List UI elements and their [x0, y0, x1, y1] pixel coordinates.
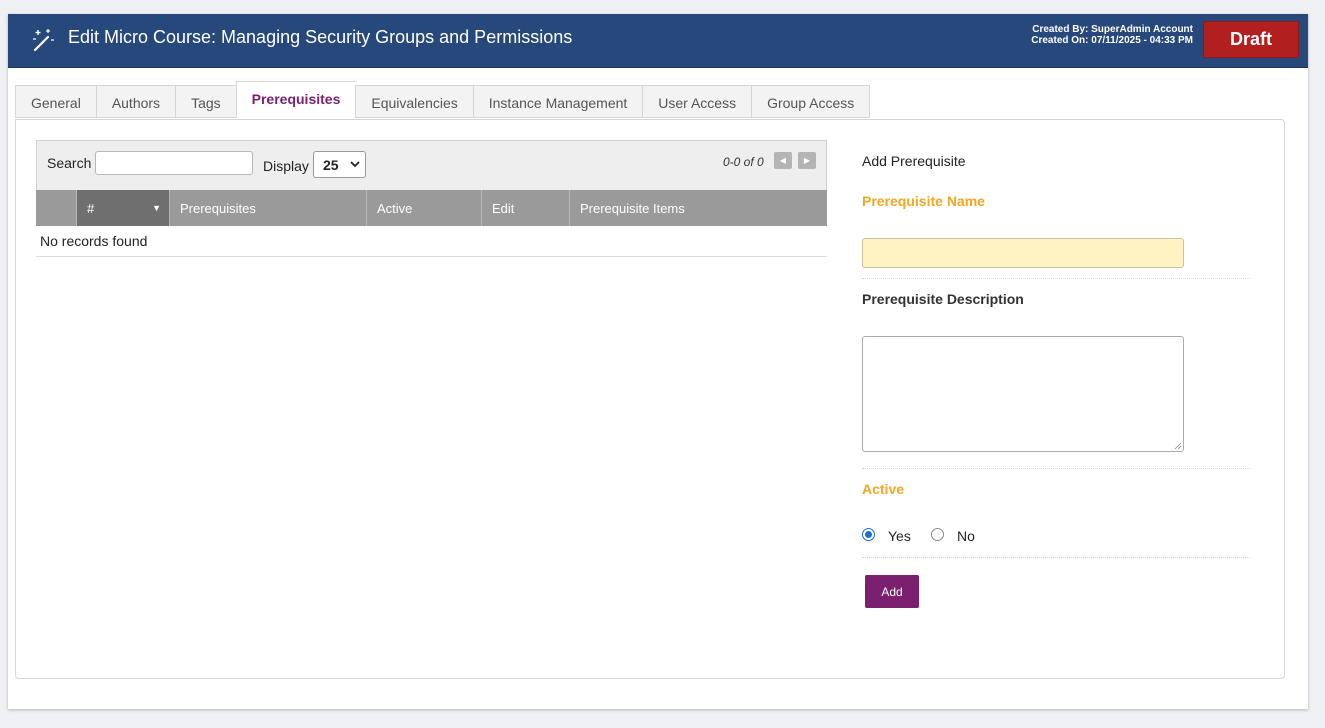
column-select	[36, 190, 77, 226]
created-on: Created On: 07/11/2025 - 04:33 PM	[1031, 35, 1193, 46]
column-prerequisite-items[interactable]: Prerequisite Items	[570, 190, 827, 226]
prev-page-button[interactable]: ◀	[774, 152, 792, 169]
creation-meta: Created By: SuperAdmin Account Created O…	[1031, 24, 1193, 46]
page-title: Edit Micro Course: Managing Security Gro…	[68, 27, 573, 47]
next-page-button[interactable]: ▶	[798, 152, 816, 169]
active-no-radio[interactable]	[931, 528, 944, 541]
divider	[862, 278, 1250, 279]
page-size-value: 25	[323, 156, 339, 173]
resize-grip-icon[interactable]	[1174, 442, 1182, 450]
column-prerequisites[interactable]: Prerequisites	[170, 190, 367, 226]
search-label: Search	[47, 155, 92, 171]
page-size-select[interactable]: 25	[313, 151, 366, 178]
tab-prerequisites[interactable]: Prerequisites	[235, 81, 356, 118]
magic-wand-icon	[33, 29, 54, 52]
add-prerequisite-button[interactable]: Add	[865, 575, 919, 608]
search-input[interactable]	[95, 151, 253, 175]
divider	[862, 468, 1250, 469]
chevron-down-icon	[350, 161, 360, 168]
empty-table-message: No records found	[36, 226, 827, 257]
sort-desc-icon: ▼	[152, 203, 161, 213]
page-header: Edit Micro Course: Managing Security Gro…	[8, 14, 1308, 68]
tab-user-access[interactable]: User Access	[642, 85, 752, 118]
table-header: # ▼ Prerequisites Active Edit Prerequisi…	[36, 190, 827, 226]
grid-toolbar: Search Display 25 0-0 of 0 ◀ ▶	[36, 140, 827, 190]
prerequisite-name-label: Prerequisite Name	[862, 193, 985, 209]
triangle-left-icon: ◀	[779, 156, 787, 165]
draft-status-button[interactable]: Draft	[1203, 21, 1299, 58]
active-no-label[interactable]: No	[957, 528, 975, 544]
column-number[interactable]: # ▼	[77, 190, 170, 226]
form-title: Add Prerequisite	[862, 153, 966, 169]
active-yes-label[interactable]: Yes	[888, 528, 911, 544]
tab-bar: General Authors Tags Prerequisites Equiv…	[15, 81, 871, 119]
tab-group-access[interactable]: Group Access	[751, 85, 871, 118]
display-label: Display	[263, 158, 309, 174]
divider	[862, 557, 1250, 558]
tab-authors[interactable]: Authors	[95, 85, 176, 118]
tab-equivalencies[interactable]: Equivalencies	[355, 85, 473, 118]
triangle-right-icon: ▶	[803, 156, 811, 165]
active-label: Active	[862, 481, 905, 497]
prerequisite-name-input[interactable]	[862, 238, 1184, 268]
prerequisite-description-textarea[interactable]	[862, 336, 1184, 452]
tab-instance-management[interactable]: Instance Management	[472, 85, 643, 118]
column-active[interactable]: Active	[367, 190, 482, 226]
active-yes-radio[interactable]	[862, 528, 875, 541]
column-number-label: #	[87, 200, 95, 216]
column-edit[interactable]: Edit	[482, 190, 570, 226]
tab-tags[interactable]: Tags	[175, 85, 236, 118]
tab-general[interactable]: General	[15, 85, 96, 118]
created-by: Created By: SuperAdmin Account	[1032, 24, 1193, 35]
prerequisite-description-label: Prerequisite Description	[862, 291, 1024, 307]
pager-count: 0-0 of 0	[723, 155, 764, 169]
